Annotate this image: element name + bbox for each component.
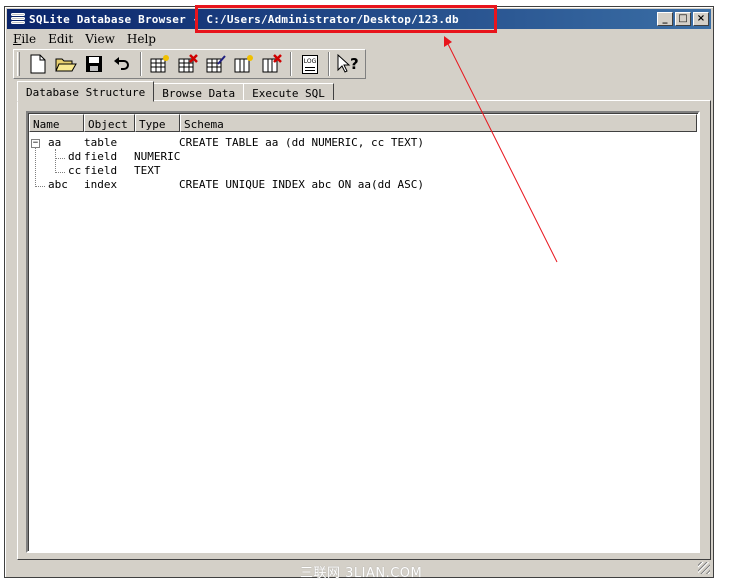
svg-text:?: ? <box>350 55 359 73</box>
menu-help[interactable]: Help <box>121 32 162 46</box>
create-index-button[interactable] <box>230 51 258 77</box>
row-name: dd <box>68 150 82 163</box>
table-row[interactable]: aa table CREATE TABLE aa (dd NUMERIC, cc… <box>32 136 692 150</box>
create-index-icon <box>234 55 253 73</box>
resize-grip[interactable] <box>698 562 710 574</box>
create-table-icon <box>150 55 169 73</box>
modify-table-button[interactable] <box>202 51 230 77</box>
structure-tree-list[interactable]: Name Object Type Schema − aa table CREAT… <box>26 111 700 553</box>
toolbar: LOG ? <box>13 49 366 79</box>
annotation-highlight-box <box>195 5 497 33</box>
delete-table-icon <box>178 54 198 73</box>
open-database-button[interactable] <box>52 51 80 77</box>
menu-view[interactable]: View <box>79 32 121 46</box>
whats-this-button[interactable]: ? <box>334 51 362 77</box>
toolbar-separator <box>140 52 142 76</box>
row-type: TEXT <box>134 164 161 177</box>
column-header-type[interactable]: Type <box>135 114 180 132</box>
create-table-button[interactable] <box>146 51 174 77</box>
row-name: cc <box>68 164 82 177</box>
menu-file-rest: ile <box>21 32 37 46</box>
close-button[interactable]: × <box>693 12 709 26</box>
delete-table-button[interactable] <box>174 51 202 77</box>
undo-button[interactable] <box>108 51 136 77</box>
toolbar-separator <box>290 52 292 76</box>
row-object: table <box>84 136 118 149</box>
save-database-button[interactable] <box>80 51 108 77</box>
tab-execute-sql[interactable]: Execute SQL <box>243 83 334 101</box>
menu-file[interactable]: File <box>7 32 42 46</box>
column-header-name[interactable]: Name <box>29 114 84 132</box>
undo-icon <box>114 57 129 70</box>
table-row[interactable]: cc field TEXT <box>32 164 692 178</box>
toolbar-grip[interactable] <box>17 52 20 76</box>
tab-bar: Database Structure Browse Data Execute S… <box>17 81 334 102</box>
structure-panel: Name Object Type Schema − aa table CREAT… <box>17 100 711 560</box>
new-file-icon <box>30 54 46 74</box>
row-schema: CREATE UNIQUE INDEX abc ON aa(dd ASC) <box>179 178 425 191</box>
table-row[interactable]: dd field NUMERIC <box>32 150 692 164</box>
minimize-button[interactable]: _ <box>657 12 673 26</box>
whats-this-help-icon: ? <box>337 53 359 73</box>
list-header: Name Object Type Schema <box>29 114 697 132</box>
modify-table-icon <box>206 55 226 73</box>
open-folder-icon <box>55 58 77 72</box>
maximize-button[interactable]: □ <box>675 12 691 26</box>
delete-index-button[interactable] <box>258 51 286 77</box>
log-icon: LOG <box>302 54 318 74</box>
table-row[interactable]: abc index CREATE UNIQUE INDEX abc ON aa(… <box>32 178 692 192</box>
row-type: NUMERIC <box>134 150 181 163</box>
row-schema: CREATE TABLE aa (dd NUMERIC, cc TEXT) <box>179 136 425 149</box>
new-database-button[interactable] <box>24 51 52 77</box>
database-app-icon <box>10 12 26 26</box>
tab-browse-data[interactable]: Browse Data <box>153 83 245 101</box>
column-header-schema[interactable]: Schema <box>180 114 697 132</box>
tab-database-structure[interactable]: Database Structure <box>17 81 155 102</box>
row-object: index <box>84 178 118 191</box>
log-icon-label: LOG <box>303 57 317 65</box>
toolbar-separator <box>328 52 330 76</box>
column-header-object[interactable]: Object <box>84 114 135 132</box>
app-window: SQLite Database Browser - C:/Users/Admin… <box>4 6 714 578</box>
floppy-disk-icon <box>86 56 102 72</box>
row-name: abc <box>48 178 68 191</box>
row-object: field <box>84 164 118 177</box>
watermark: 三联网 3LIAN.COM <box>300 566 423 581</box>
menu-edit[interactable]: Edit <box>42 32 79 46</box>
delete-index-icon <box>262 54 282 73</box>
row-name: aa <box>48 136 62 149</box>
row-object: field <box>84 150 118 163</box>
sql-log-button[interactable]: LOG <box>296 51 324 77</box>
